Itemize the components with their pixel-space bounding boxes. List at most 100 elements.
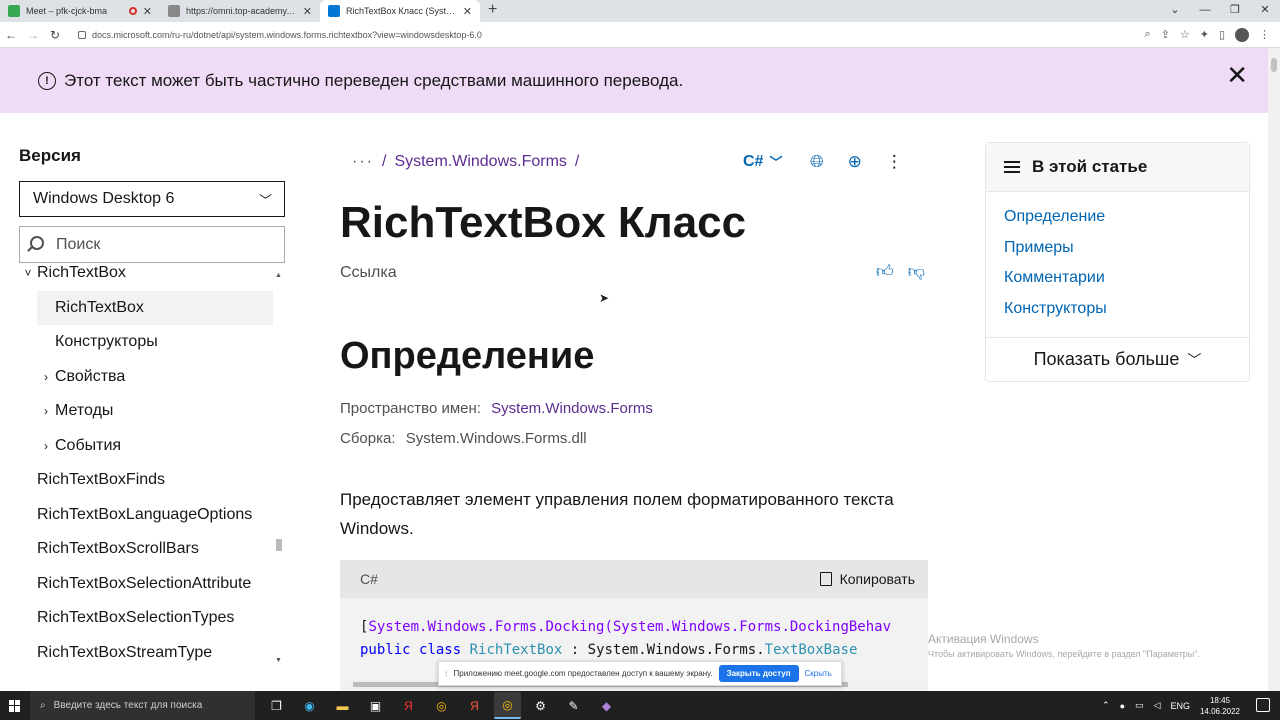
article-link[interactable]: Определение [1004,208,1249,239]
tab-omni[interactable]: https://omni.top-academy.ru/#/p ✕ [160,0,320,22]
thumbs-up-icon[interactable]: 👍︎ [876,261,894,282]
tab-richtextbox[interactable]: RichTextBox Класс (System.Windo ✕ [320,0,480,22]
mouse-cursor-icon: ➤ [599,291,610,305]
yandex-browser-icon[interactable]: Я [461,692,488,719]
toc-item[interactable]: RichTextBoxLanguageOptions [19,498,273,532]
globe-icon[interactable]: 🌐︎ [810,152,824,172]
toc-item[interactable]: RichTextBoxFinds [19,463,273,497]
toc-item[interactable]: › Свойства [37,360,273,394]
chevron-icon[interactable]: › [37,370,55,384]
close-window-button[interactable]: ✕ [1250,0,1280,22]
toc-item-label: RichTextBoxFinds [37,471,166,488]
page-scroll-thumb[interactable] [1271,58,1277,72]
language-selector[interactable]: C# ﹀ [743,152,782,171]
breadcrumb-separator: / [381,153,387,170]
visual-studio-icon[interactable]: ◆ [593,692,620,719]
sidebar-icon[interactable]: ▯ [1219,28,1225,41]
search-icon: ⌕ [40,700,46,711]
toc-item[interactable]: RichTextBoxSelectionAttribute [19,567,273,601]
copy-button[interactable]: Копировать [819,571,915,587]
article-link[interactable]: Конструкторы [1004,300,1249,331]
taskbar-search[interactable]: ⌕ Введите здесь текст для поиска [30,691,255,720]
new-tab-button[interactable]: + [480,0,505,22]
lock-icon [78,30,86,39]
file-explorer-icon[interactable]: ▬ [329,692,356,719]
toc-item-label: RichTextBox [37,266,126,281]
tab-meet[interactable]: Meet – pfk-cjck-bma ✕ [0,0,160,22]
article-link[interactable]: Примеры [1004,239,1249,270]
thumbs-down-icon[interactable]: 👎︎ [908,261,925,282]
toc-item[interactable]: › Методы [37,394,273,428]
maximize-button[interactable]: ❐ [1220,0,1250,22]
add-collection-icon[interactable]: ⊕ [848,152,862,172]
breadcrumb-link[interactable]: System.Windows.Forms [394,153,566,171]
forward-button[interactable]: → [22,28,44,42]
chevron-icon[interactable]: ˅ [19,266,37,280]
close-tab-icon[interactable]: ✕ [463,5,472,18]
menu-kebab-icon[interactable]: ⋮ [1259,28,1270,41]
clock[interactable]: 18:45 14.06.2022 [1200,695,1240,717]
minimize-button[interactable]: — [1190,0,1220,22]
watermark-title: Активация Windows [928,632,1039,646]
network-icon[interactable]: ▭ [1135,700,1144,711]
tool-icon[interactable]: ✎ [560,692,587,719]
close-tab-icon[interactable]: ✕ [143,5,152,18]
url-field[interactable]: docs.microsoft.com/ru-ru/dotnet/api/syst… [72,25,1144,45]
store-icon[interactable]: ▣ [362,692,389,719]
toc-item[interactable]: › События [37,429,273,463]
clock-time: 18:45 [1209,695,1230,705]
share-icon[interactable]: ⇪ [1161,28,1170,41]
address-bar-actions: ⌕ ⇪ ☆ ✦ ▯ ⋮ [1144,27,1280,42]
toc-search-input[interactable]: Поиск [19,226,285,263]
settings-icon[interactable]: ⚙ [527,692,554,719]
close-banner-icon[interactable]: ✕ [1226,60,1248,91]
page-scrollbar[interactable] [1268,48,1280,691]
toc-item[interactable]: RichTextBoxSelectionTypes [19,601,273,635]
bookmark-star-icon[interactable]: ☆ [1180,28,1190,41]
toc-scroll-thumb[interactable] [276,539,282,551]
profile-avatar[interactable] [1235,27,1249,42]
language-value: C# [743,152,764,170]
chevron-icon[interactable]: › [37,404,55,418]
breadcrumb-more[interactable]: ··· [352,153,374,171]
volume-icon[interactable]: ◁ [1154,700,1161,711]
start-button[interactable] [0,691,30,720]
assembly-label: Сборка: [340,430,396,447]
zoom-icon[interactable]: ⌕ [1144,28,1150,41]
article-link[interactable]: Комментарии [1004,269,1249,300]
namespace-link[interactable]: System.Windows.Forms [491,400,653,417]
language-indicator[interactable]: ENG [1170,701,1190,711]
microphone-icon[interactable]: ● [1120,701,1125,711]
task-view-icon[interactable]: ❐ [263,692,290,719]
chevron-up-icon[interactable]: ⌃ [1102,700,1110,711]
toc-item[interactable]: RichTextBoxScrollBars [19,532,273,566]
scroll-down-icon[interactable]: ▼ [275,657,282,664]
toc-item[interactable]: RichTextBox [37,290,273,325]
scroll-up-icon[interactable]: ▲ [275,272,282,279]
yandex-icon[interactable]: Я [395,692,422,719]
back-button[interactable]: ← [0,28,22,42]
show-more-button[interactable]: Показать больше ﹀ [986,337,1249,381]
toc-scrollbar[interactable]: ▲ ▼ [273,272,285,664]
chevron-icon[interactable]: › [37,439,55,453]
chrome-icon[interactable]: ◎ [428,692,455,719]
toc-item[interactable]: ˅ RichTextBox [19,266,273,290]
reload-button[interactable]: ↻ [44,28,66,42]
search-placeholder: Поиск [56,235,101,253]
in-this-article-title: В этой статье [1032,157,1148,176]
toc-item[interactable]: Конструкторы [37,325,273,359]
extensions-icon[interactable]: ✦ [1200,28,1209,41]
stop-sharing-button[interactable]: Закрыть доступ [718,665,799,682]
assembly-value: System.Windows.Forms.dll [405,430,587,447]
drag-handle-icon[interactable]: ⁞ [445,669,448,679]
tab-search-icon[interactable]: ⌄ [1160,0,1190,22]
version-select[interactable]: Windows Desktop 6 ﹀ [19,181,285,217]
system-tray: ⌃ ● ▭ ◁ ENG 18:45 14.06.2022 [1102,691,1240,720]
chrome-active-icon[interactable]: ◎ [494,692,521,719]
close-tab-icon[interactable]: ✕ [303,5,312,18]
edge-icon[interactable]: ◉ [296,692,323,719]
more-options-icon[interactable]: ⋮ [886,152,903,172]
toc-item[interactable]: RichTextBoxStreamType [19,636,273,665]
notifications-icon[interactable] [1256,698,1270,712]
hide-button[interactable]: Скрыть [805,669,832,678]
